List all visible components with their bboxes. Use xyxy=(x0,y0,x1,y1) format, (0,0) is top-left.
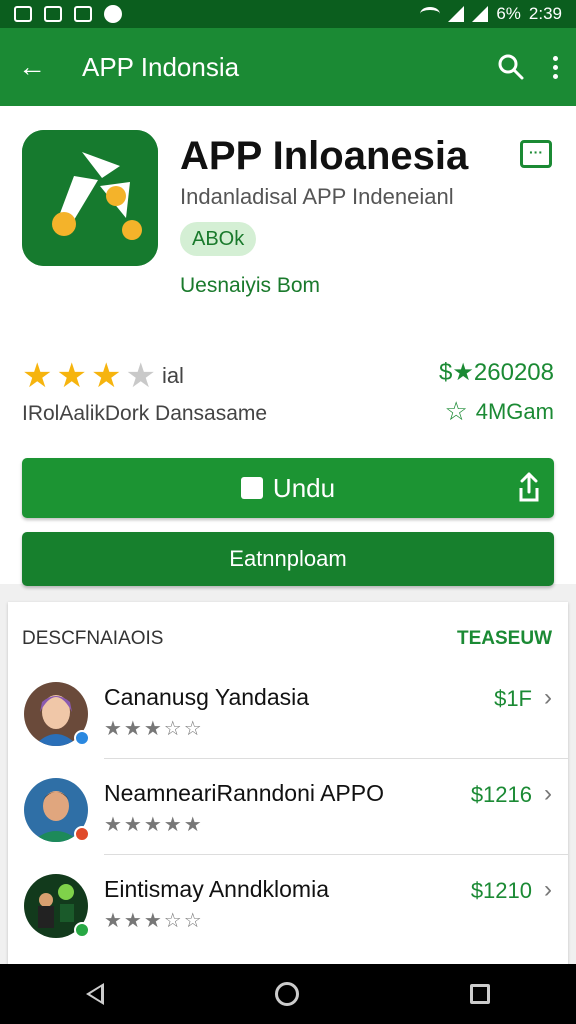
star-icon: ★ xyxy=(90,357,122,395)
app-logo xyxy=(22,130,158,266)
rating-suffix: ial xyxy=(161,363,184,388)
star-half-icon: ★ xyxy=(125,357,156,395)
app-bar: ← APP Indonsia xyxy=(0,28,576,106)
clock: 2:39 xyxy=(528,4,562,23)
list-item[interactable]: Eintismay Anndklomia ★★★☆☆ $1210 › xyxy=(8,864,568,960)
item-price: $1F xyxy=(494,686,532,711)
install-label: Undu xyxy=(272,472,336,503)
notification-icon xyxy=(14,6,32,22)
signal-icon xyxy=(472,6,489,22)
app-bar-title: APP Indonsia xyxy=(82,51,240,82)
content-rating-chip[interactable]: ABOk xyxy=(180,222,257,256)
star-icon: ★ xyxy=(56,357,87,395)
secondary-button[interactable]: Eatnnploam xyxy=(22,532,554,586)
downloads: ☆ 4MGam xyxy=(444,396,554,427)
item-title: Eintismay Anndklomia xyxy=(104,876,329,902)
app-header: APP Inloanesia Indanladisal APP Indeneia… xyxy=(0,106,576,586)
arrow-left-icon[interactable]: ← xyxy=(18,53,46,81)
edit-icon xyxy=(240,477,263,499)
list-item[interactable]: NeamneariRanndoni APPO ★★★★★ $1216 › xyxy=(8,768,568,864)
wifi-icon xyxy=(420,7,441,21)
rating-count: IRolAalikDork Dansasame xyxy=(22,402,268,425)
home-nav-icon[interactable] xyxy=(274,982,299,1006)
section-title: DESCFNAIAOIS xyxy=(22,628,164,649)
see-more-link[interactable]: TEASEUW xyxy=(457,628,552,650)
star-icon: ★ xyxy=(22,357,53,395)
install-button[interactable]: Undu xyxy=(22,458,554,518)
chevron-right-icon: › xyxy=(544,876,552,903)
status-bar: 6% 2:39 xyxy=(0,0,576,28)
search-icon[interactable] xyxy=(497,53,525,81)
item-price: $1216 xyxy=(470,782,532,807)
message-icon[interactable]: ··· xyxy=(520,140,552,168)
related-apps-card: DESCFNAIAOIS TEASEUW Cananusg Yandasia ★… xyxy=(8,602,568,982)
system-nav-bar xyxy=(0,964,576,1024)
back-nav-icon[interactable] xyxy=(85,983,104,1005)
app-name: APP Inloanesia xyxy=(180,134,469,178)
more-vert-icon[interactable] xyxy=(553,55,558,79)
item-stars: ★★★★★ xyxy=(104,814,204,836)
battery-percent: 6% xyxy=(496,4,521,23)
rating-stars: ★ ★ ★ ★ ial xyxy=(22,356,184,396)
chevron-right-icon: › xyxy=(544,780,552,807)
item-title: NeamneariRanndoni APPO xyxy=(104,780,384,806)
divider xyxy=(104,758,568,759)
notification-icon xyxy=(44,6,62,22)
recents-nav-icon[interactable] xyxy=(470,984,491,1004)
item-title: Cananusg Yandasia xyxy=(104,684,310,710)
downloads-label: 4MGam xyxy=(475,398,554,424)
star-outline-icon: ☆ xyxy=(444,396,468,426)
chevron-right-icon: › xyxy=(544,684,552,711)
screen: 6% 2:39 ← APP Indonsia APP Inloanesia In… xyxy=(0,0,576,1024)
item-stars: ★★★☆☆ xyxy=(104,718,204,740)
list-item[interactable]: Cananusg Yandasia ★★★☆☆ $1F › xyxy=(8,672,568,768)
notification-icon xyxy=(74,6,92,22)
item-stars: ★★★☆☆ xyxy=(104,910,204,932)
divider xyxy=(104,854,568,855)
price-line: $★260208 xyxy=(439,359,554,386)
category-link[interactable]: Uesnaiyis Bom xyxy=(180,274,320,298)
signal-icon xyxy=(448,6,465,22)
status-badge xyxy=(74,922,90,938)
item-price: $1210 xyxy=(470,878,532,903)
share-icon[interactable] xyxy=(518,472,540,502)
status-badge xyxy=(74,826,90,842)
developer-name[interactable]: Indanladisal APP Indeneianl xyxy=(180,184,454,210)
notification-icon xyxy=(104,5,122,23)
verified-badge xyxy=(74,730,90,746)
